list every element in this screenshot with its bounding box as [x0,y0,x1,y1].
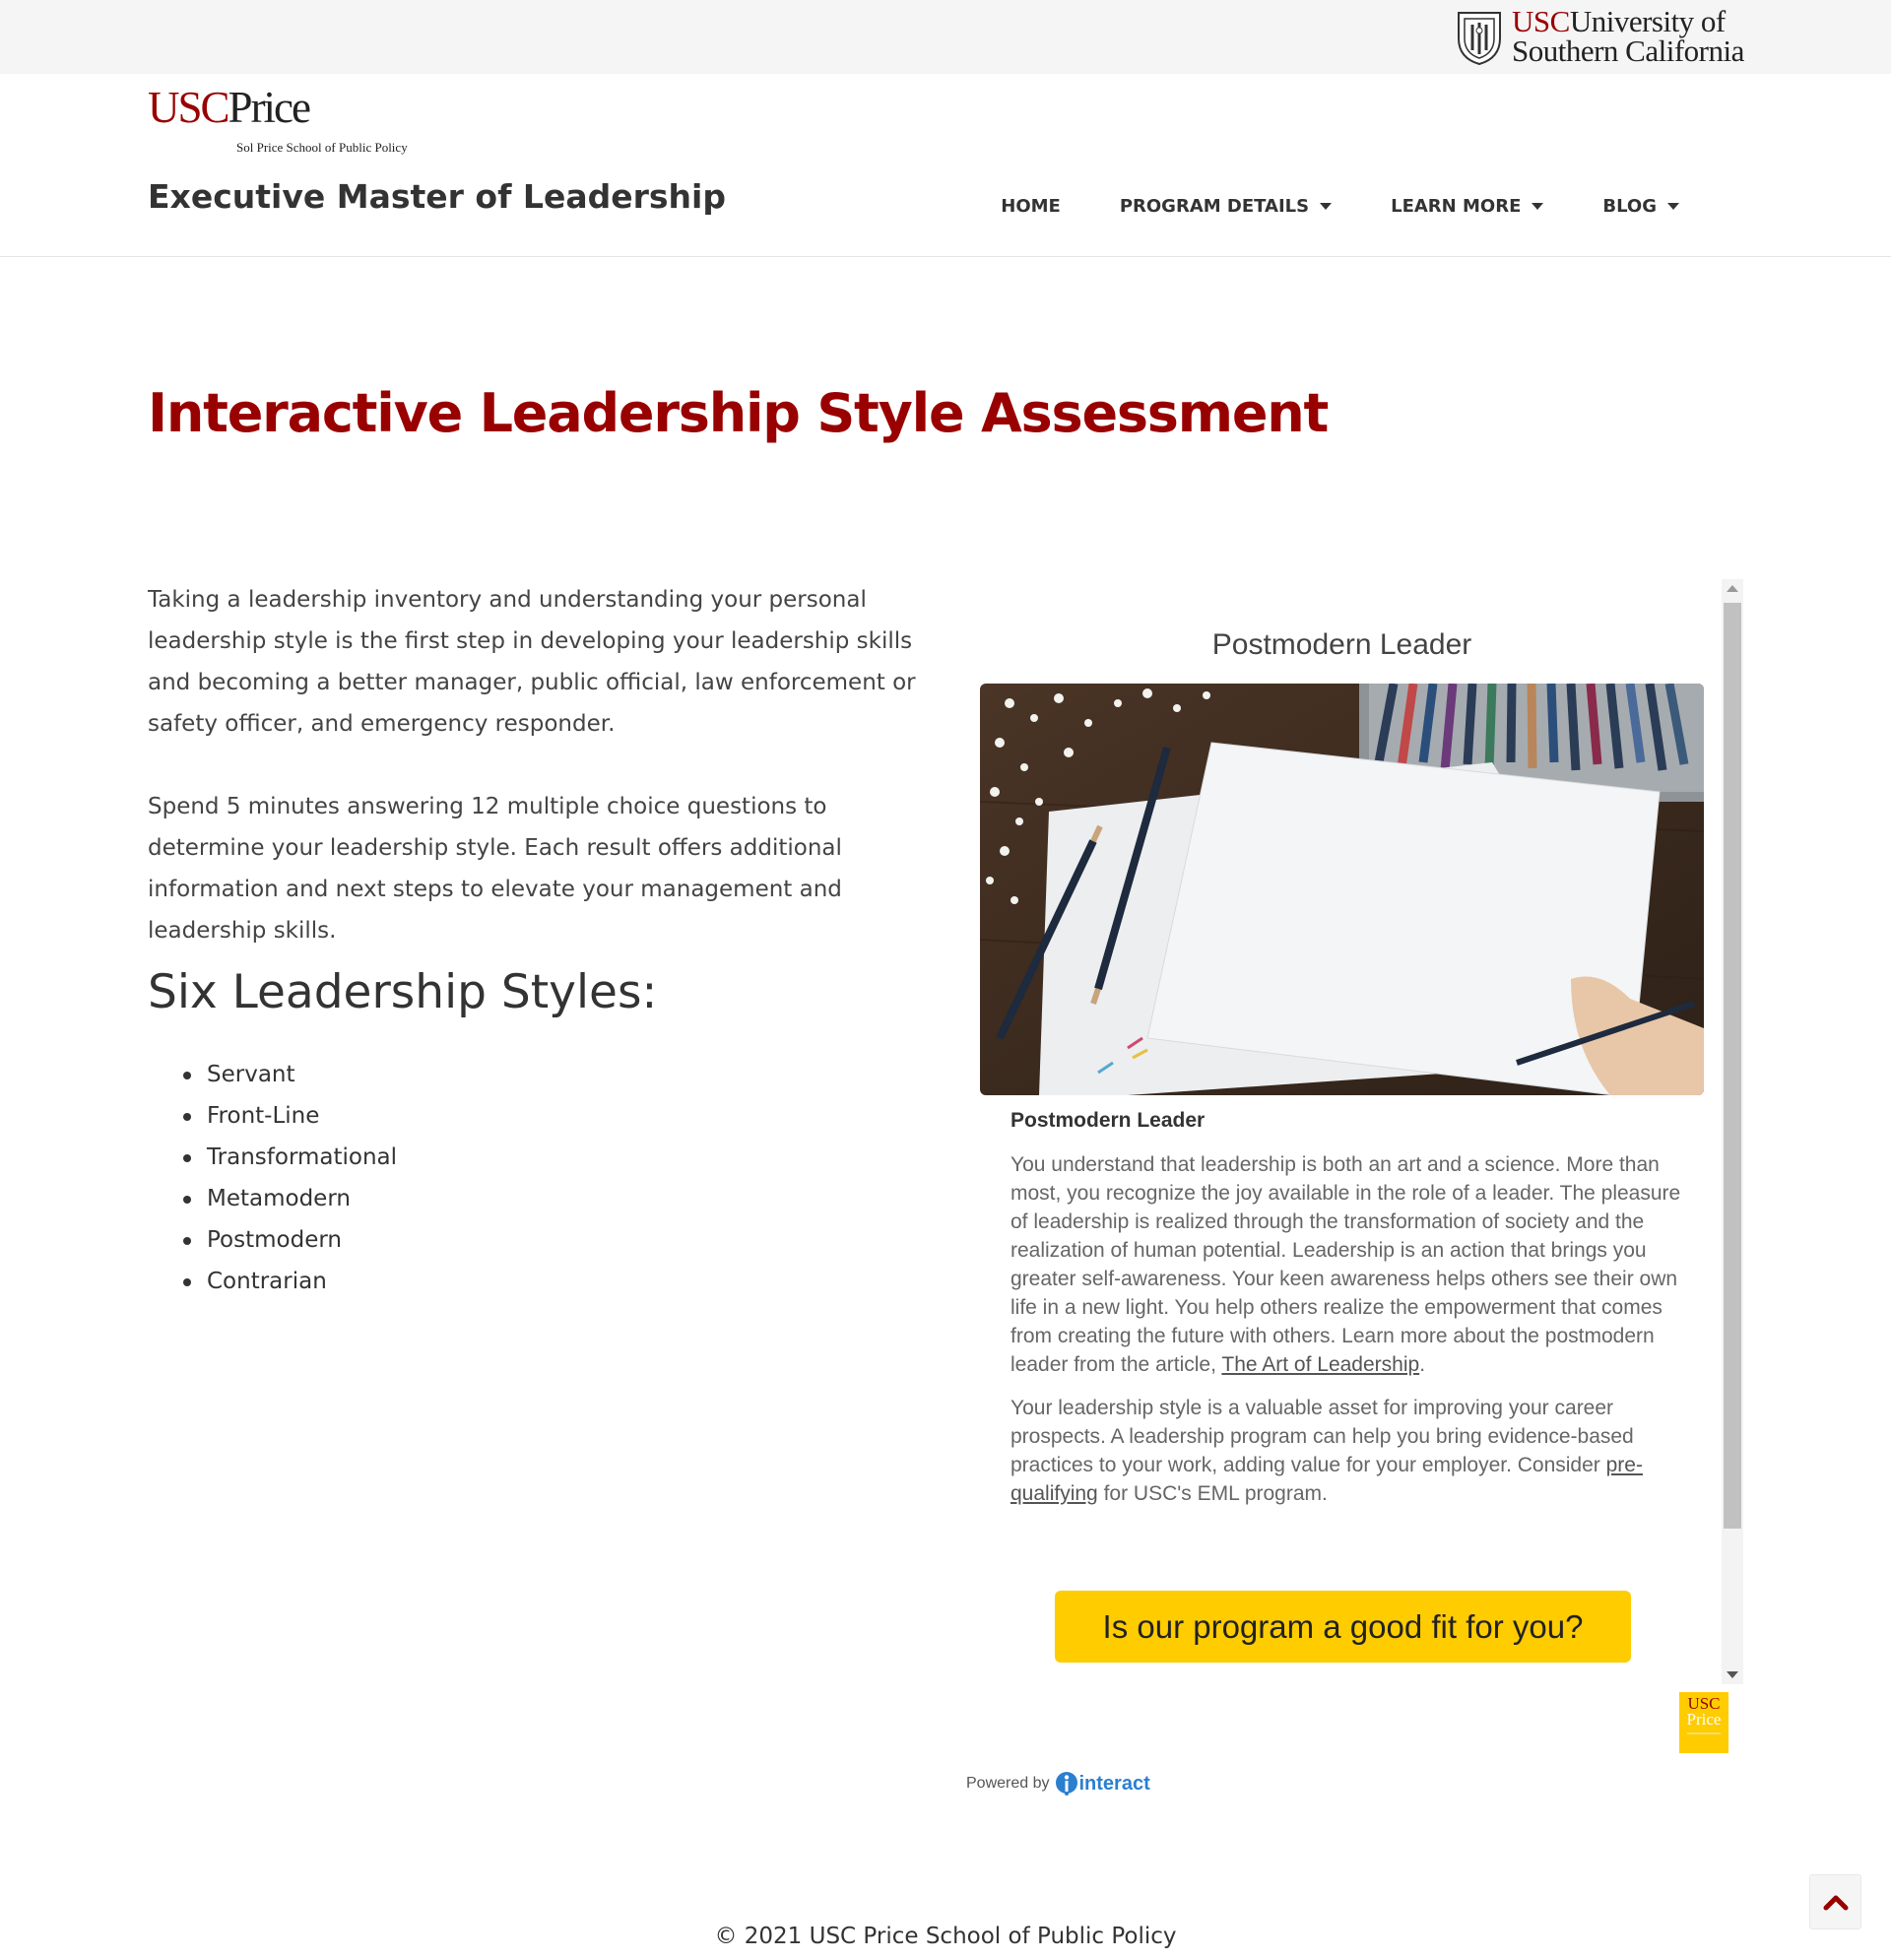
interact-wordmark: interact [1078,1772,1150,1795]
usc-wordmark: USCUniversity of Southern California [1512,6,1744,68]
list-item: Servant [182,1054,397,1095]
footer-copyright: © 2021 USC Price School of Public Policy [714,1924,1177,1949]
intro-paragraph-2: Spend 5 minutes answering 12 multiple ch… [148,794,842,944]
caret-down-icon [1320,203,1333,210]
powered-by-interact[interactable]: Powered by interact [966,1771,1150,1797]
quiz-result-title: Postmodern Leader [1211,628,1472,661]
badge-price: Price [1686,1710,1722,1729]
scroll-up-icon[interactable] [1727,585,1738,592]
site-title[interactable]: Executive Master of Leadership [148,177,726,216]
page-title: Interactive Leadership Style Assessment [148,382,1329,444]
chevron-up-icon [1823,1895,1848,1911]
styles-heading: Six Leadership Styles: [148,965,658,1019]
interact-logo-icon [1055,1772,1077,1796]
quiz-paragraph-1: You understand that leadership is both a… [1011,1150,1690,1379]
top-utility-bar: USCUniversity of Southern California [0,0,1891,74]
back-to-top-button[interactable] [1809,1874,1861,1929]
list-item: Metamodern [182,1178,397,1219]
nav-item-blog[interactable]: BLOG [1573,196,1709,217]
usc-price-logo[interactable]: USCPrice Sol Price School of Public Poli… [148,84,433,163]
desk-sketch-image [980,684,1704,1095]
styles-list: Servant Front-Line Transformational Meta… [182,1054,397,1302]
powered-by-label: Powered by [966,1775,1050,1792]
quiz-p2-text-a: Your leadership style is a valuable asse… [1011,1397,1634,1476]
scrollbar-thumb[interactable] [1724,603,1741,1529]
logo-price: Price [228,83,311,132]
list-item: Transformational [182,1137,397,1178]
main-nav: HOME PROGRAM DETAILS LEARN MORE BLOG [971,196,1709,217]
price-wordmark: USCPrice [148,84,433,131]
nav-item-learn-more[interactable]: LEARN MORE [1361,196,1573,217]
quiz-embed: Postmodern Leader Postmodern Leader You … [980,579,1743,1684]
caret-down-icon [1667,203,1679,210]
intro-paragraph-1: Taking a leadership inventory and unders… [148,587,916,737]
badge-rule [1687,1732,1721,1734]
list-item: Front-Line [182,1095,397,1137]
usc-price-badge: USC Price [1679,1692,1728,1753]
art-of-leadership-link[interactable]: The Art of Leadership [1221,1353,1419,1376]
quiz-paragraph-2: Your leadership style is a valuable asse… [1011,1394,1690,1508]
usc-university-logo[interactable]: USCUniversity of Southern California [1455,6,1744,67]
nav-label: PROGRAM DETAILS [1119,196,1310,217]
logo-subtitle: Sol Price School of Public Policy [236,140,408,155]
quiz-result-description: You understand that leadership is both a… [1011,1150,1690,1523]
list-item: Contrarian [182,1261,397,1302]
quiz-result-image [980,684,1704,1095]
quiz-p1-text: You understand that leadership is both a… [1011,1153,1681,1376]
caret-down-icon [1532,203,1544,210]
scroll-down-icon[interactable] [1727,1671,1738,1678]
nav-label: LEARN MORE [1391,196,1522,217]
list-item: Postmodern [182,1219,397,1261]
site-header: USCPrice Sol Price School of Public Poli… [0,74,1891,257]
usc-seal-icon [1458,12,1501,66]
nav-item-program-details[interactable]: PROGRAM DETAILS [1090,196,1361,217]
nav-label: BLOG [1602,196,1657,217]
quiz-p1-end: . [1419,1353,1426,1376]
program-fit-button[interactable]: Is our program a good fit for you? [1055,1591,1631,1663]
nav-label: HOME [1001,196,1061,217]
quiz-p2-text-b: for USC's EML program. [1097,1482,1328,1505]
nav-item-home[interactable]: HOME [971,196,1090,217]
quiz-scrollbar[interactable] [1722,579,1743,1684]
intro-text: Taking a leadership inventory and unders… [148,579,926,993]
usc-line2: Southern California [1512,33,1744,68]
badge-usc: USC [1687,1694,1721,1713]
quiz-result-subtitle: Postmodern Leader [1011,1109,1206,1132]
logo-usc: USC [148,83,230,132]
